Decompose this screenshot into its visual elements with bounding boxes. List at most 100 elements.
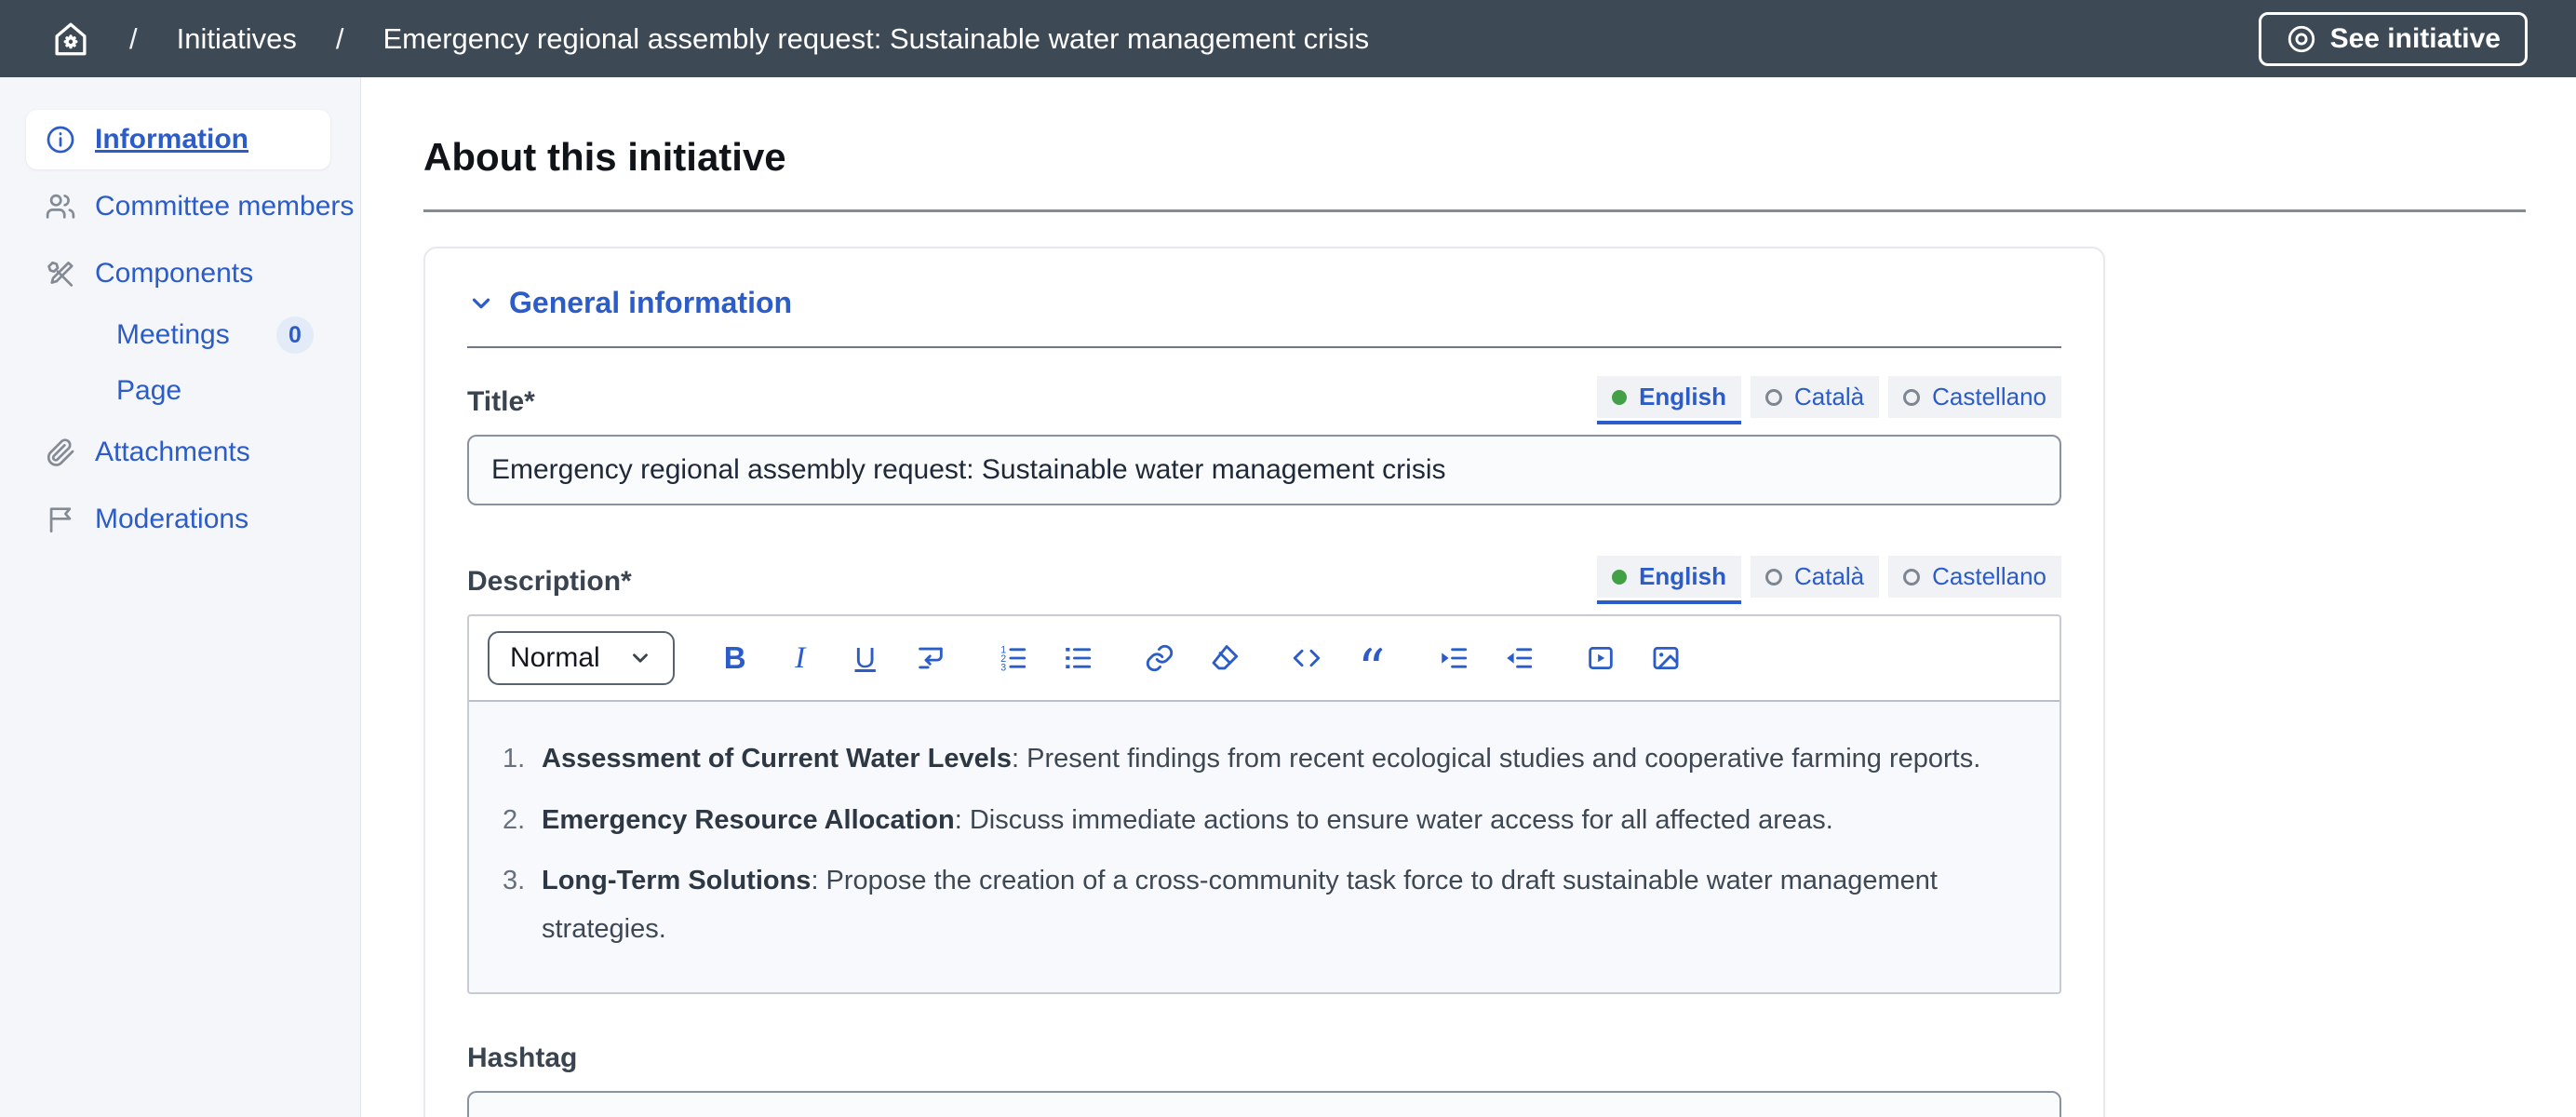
lang-tab-catala[interactable]: Català [1751, 556, 1879, 598]
users-icon [45, 191, 76, 222]
ordered-list-icon[interactable]: 1 2 3 [991, 637, 1034, 680]
format-select-value: Normal [510, 642, 600, 674]
sidebar-item-label: Attachments [95, 437, 250, 468]
lang-tab-label: Català [1794, 383, 1864, 411]
lang-tab-label: Castellano [1932, 383, 2046, 411]
divider [423, 209, 2526, 212]
list-item-text: : Discuss immediate actions to ensure wa… [955, 805, 1833, 835]
quote-glyph: “ [1358, 642, 1386, 696]
lang-tab-label: English [1639, 562, 1726, 591]
list-marker: 2. [503, 797, 542, 845]
editor-content[interactable]: 1. Assessment of Current Water Levels: P… [469, 700, 2059, 992]
chevron-down-icon [467, 289, 495, 317]
lang-tab-english[interactable]: English [1597, 556, 1741, 598]
list-item-title: Emergency Resource Allocation [542, 805, 955, 835]
title-label: Title* [467, 386, 535, 418]
description-label: Description* [467, 566, 632, 598]
sidebar-item-label: Components [95, 258, 253, 289]
sidebar-item-label: Meetings [116, 319, 230, 351]
sidebar-item-committee-members[interactable]: Committee members [0, 177, 360, 236]
italic-icon[interactable]: I [779, 637, 822, 680]
sidebar-item-label: Moderations [95, 504, 248, 535]
list-item-text: : Present findings from recent ecologica… [1012, 744, 1980, 774]
indent-icon[interactable] [1432, 637, 1475, 680]
paperclip-icon [45, 437, 76, 468]
title-input[interactable] [467, 435, 2061, 505]
lang-tab-english[interactable]: English [1597, 376, 1741, 418]
panel-header-label: General information [509, 286, 792, 320]
editor-toolbar: Normal B I U [469, 616, 2059, 700]
home-breadcrumb-link[interactable] [51, 20, 90, 59]
bold-icon[interactable]: B [714, 637, 757, 680]
format-select[interactable]: Normal [488, 631, 675, 685]
hashtag-label: Hashtag [467, 1043, 2061, 1074]
tools-icon [45, 258, 76, 289]
bold-glyph: B [724, 640, 746, 676]
translated-dot-icon [1612, 570, 1627, 585]
breadcrumb-separator: / [336, 22, 344, 56]
sidebar-item-meetings[interactable]: Meetings 0 [0, 311, 360, 359]
untranslated-ring-icon [1765, 569, 1782, 585]
flag-icon [45, 504, 76, 535]
sidebar-item-label: Information [95, 124, 248, 155]
lang-tab-label: Català [1794, 562, 1864, 591]
general-information-panel: General information Title* English Catal… [423, 247, 2105, 1117]
general-information-toggle[interactable]: General information [467, 286, 2061, 320]
chevron-down-icon [628, 646, 652, 670]
sidebar-item-page[interactable]: Page [0, 367, 360, 415]
sidebar-item-label: Page [116, 375, 181, 407]
breadcrumb-initiatives[interactable]: Initiatives [177, 22, 297, 56]
main-content: About this initiative General informatio… [361, 77, 2576, 1117]
meetings-count-badge: 0 [276, 316, 314, 354]
rich-text-editor: Normal B I U [467, 614, 2061, 994]
untranslated-ring-icon [1765, 389, 1782, 406]
list-marker: 3. [503, 857, 542, 953]
sidebar-nav: Information Committee members Components [0, 110, 360, 549]
lang-tab-label: English [1639, 383, 1726, 411]
language-tabs: English Català Castellano [1597, 556, 2061, 598]
line-break-icon[interactable] [909, 637, 952, 680]
outdent-icon[interactable] [1497, 637, 1540, 680]
sidebar-item-attachments[interactable]: Attachments [0, 423, 360, 482]
info-icon [45, 124, 76, 155]
sidebar-item-components[interactable]: Components [0, 244, 360, 303]
breadcrumb-current: Emergency regional assembly request: Sus… [382, 22, 1369, 56]
blockquote-icon[interactable]: “ [1350, 637, 1393, 680]
code-icon[interactable] [1285, 637, 1328, 680]
list-item: 3. Long-Term Solutions: Propose the crea… [503, 857, 1985, 953]
bullet-list-icon[interactable] [1056, 637, 1099, 680]
language-tabs: English Català Castellano [1597, 376, 2061, 418]
breadcrumb-separator: / [129, 22, 138, 56]
eye-icon [2286, 23, 2317, 55]
topbar: / Initiatives / Emergency regional assem… [0, 0, 2576, 77]
lang-tab-castellano[interactable]: Castellano [1888, 376, 2061, 418]
underline-icon[interactable]: U [844, 637, 887, 680]
untranslated-ring-icon [1903, 569, 1920, 585]
sidebar: Information Committee members Components [0, 77, 361, 1117]
hashtag-input[interactable] [467, 1091, 2061, 1117]
underline-glyph: U [854, 641, 875, 675]
divider [467, 346, 2061, 348]
page-title: About this initiative [423, 135, 2526, 180]
svg-text:3: 3 [1000, 662, 1006, 673]
home-gear-icon [51, 20, 90, 59]
list-marker: 1. [503, 735, 542, 784]
lang-tab-catala[interactable]: Català [1751, 376, 1879, 418]
video-icon[interactable] [1579, 637, 1622, 680]
sidebar-item-information[interactable]: Information [26, 110, 330, 169]
untranslated-ring-icon [1903, 389, 1920, 406]
see-initiative-button[interactable]: See initiative [2259, 12, 2528, 66]
image-icon[interactable] [1644, 637, 1687, 680]
translated-dot-icon [1612, 390, 1627, 405]
lang-tab-label: Castellano [1932, 562, 2046, 591]
sidebar-item-label: Committee members [95, 191, 354, 222]
italic-glyph: I [795, 641, 805, 676]
list-item: 2. Emergency Resource Allocation: Discus… [503, 797, 1985, 845]
lang-tab-castellano[interactable]: Castellano [1888, 556, 2061, 598]
link-icon[interactable] [1138, 637, 1181, 680]
clear-format-icon[interactable] [1203, 637, 1246, 680]
sidebar-item-moderations[interactable]: Moderations [0, 490, 360, 549]
list-item: 1. Assessment of Current Water Levels: P… [503, 735, 1985, 784]
see-initiative-label: See initiative [2330, 23, 2501, 55]
list-item-title: Long-Term Solutions [542, 866, 811, 895]
